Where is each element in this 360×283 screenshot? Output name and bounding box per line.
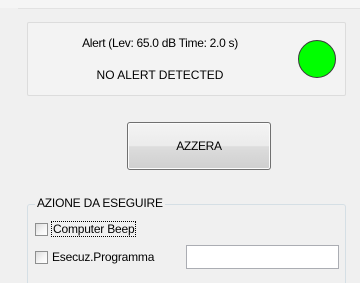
run-program-checkbox-row[interactable]: Esecuz.Programma bbox=[35, 249, 154, 265]
alert-status-text: NO ALERT DETECTED bbox=[96, 68, 224, 82]
top-divider bbox=[18, 8, 360, 9]
top-strip bbox=[0, 0, 360, 8]
program-path-input[interactable] bbox=[186, 245, 339, 269]
action-group-title: AZIONE DA ESEGUIRE bbox=[35, 196, 165, 210]
alert-panel: Alert (Lev: 65.0 dB Time: 2.0 s) NO ALER… bbox=[0, 0, 360, 283]
reset-button[interactable]: AZZERA bbox=[127, 122, 271, 170]
computer-beep-label[interactable]: Computer Beep bbox=[50, 221, 137, 237]
alert-indicator-led bbox=[298, 40, 336, 78]
run-program-label[interactable]: Esecuz.Programma bbox=[52, 250, 154, 264]
run-program-checkbox[interactable] bbox=[35, 250, 48, 264]
computer-beep-checkbox-row[interactable]: Computer Beep bbox=[35, 221, 137, 237]
action-groupbox bbox=[27, 204, 346, 283]
alert-threshold-text: Alert (Lev: 65.0 dB Time: 2.0 s) bbox=[82, 36, 238, 50]
computer-beep-checkbox[interactable] bbox=[35, 222, 48, 236]
alert-status-box: Alert (Lev: 65.0 dB Time: 2.0 s) NO ALER… bbox=[27, 22, 346, 96]
